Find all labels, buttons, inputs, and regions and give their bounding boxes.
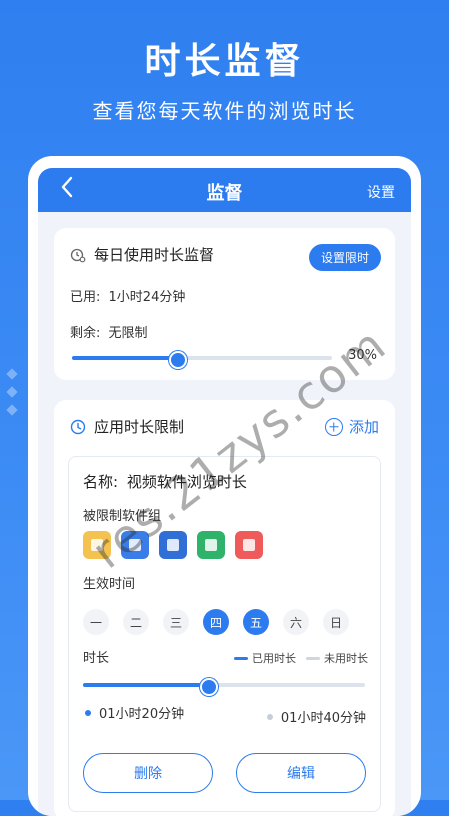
app-limit-card: 应用时长限制 添加 名称: 视频软件浏览时长 被限制软件组 生效时间 一二三四五… — [54, 400, 395, 816]
clock-icon — [70, 419, 86, 434]
used-dot — [85, 709, 91, 716]
daily-progress-slider[interactable] — [72, 351, 332, 369]
add-button[interactable]: 添加 — [324, 416, 379, 437]
add-label: 添加 — [348, 418, 379, 436]
app-limit-header: 应用时长限制 — [70, 416, 184, 437]
weekday-6[interactable]: 六 — [283, 609, 309, 635]
duration-knob[interactable] — [200, 678, 219, 696]
app-limit-title: 应用时长限制 — [94, 418, 185, 436]
duration-fill — [83, 683, 208, 687]
daily-progress-fill — [72, 356, 176, 360]
weekday-4[interactable]: 四 — [203, 609, 229, 635]
unused-time-value: 01小时40分钟 — [280, 711, 366, 726]
used-swatch — [234, 656, 248, 660]
page-title: 监督 — [206, 183, 243, 204]
weekday-selector: 一二三四五六日 — [83, 609, 349, 635]
daily-usage-title: 每日使用时长监督 — [94, 246, 215, 264]
used-time-value: 01小时20分钟 — [99, 707, 185, 722]
effective-time-label: 生效时间 — [83, 577, 136, 592]
unused-dot — [266, 713, 273, 720]
daily-progress-knob[interactable] — [169, 351, 187, 369]
edit-button[interactable]: 编辑 — [236, 753, 366, 793]
legend-unused: 未用时长 — [324, 652, 368, 665]
limit-rule-card[interactable]: 名称: 视频软件浏览时长 被限制软件组 生效时间 一二三四五六日 时长 已用时长… — [68, 456, 381, 812]
set-limit-button[interactable]: 设置限时 — [308, 244, 381, 271]
app-pdf-icon — [159, 531, 187, 559]
rule-name: 名称: 视频软件浏览时长 — [83, 471, 247, 492]
app-kids-icon — [83, 531, 111, 559]
duration-legend: 已用时长 未用时长 — [234, 650, 368, 666]
remain-row: 剩余: 无限制 — [70, 322, 148, 341]
phone-frame: 监督 设置 每日使用时长监督 设置限时 已用: 1小时24分钟 剩余: 无限制 … — [28, 156, 421, 816]
weekday-2[interactable]: 二 — [123, 609, 149, 635]
delete-button[interactable]: 删除 — [83, 753, 213, 793]
legend-used: 已用时长 — [252, 652, 296, 665]
app-share-icon — [235, 531, 263, 559]
restricted-group-label: 被限制软件组 — [83, 509, 162, 524]
used-time: 01小时20分钟 — [85, 703, 184, 722]
restricted-apps — [83, 531, 263, 559]
settings-button[interactable]: 设置 — [367, 182, 395, 202]
app-lock-icon — [197, 531, 225, 559]
used-row: 已用: 1小时24分钟 — [70, 286, 185, 305]
weekday-1[interactable]: 一 — [83, 609, 109, 635]
remain-label: 剩余: — [70, 326, 101, 341]
rule-name-value: 视频软件浏览时长 — [126, 473, 247, 491]
promo-subtitle: 查看您每天软件的浏览时长 — [92, 99, 357, 123]
daily-usage-header: 每日使用时长监督 — [70, 244, 214, 265]
promo-title: 时长监督 — [144, 41, 305, 82]
daily-usage-card: 每日使用时长监督 设置限时 已用: 1小时24分钟 剩余: 无限制 30% — [54, 228, 395, 380]
main-content: 每日使用时长监督 设置限时 已用: 1小时24分钟 剩余: 无限制 30% 应用… — [38, 212, 411, 816]
weekday-3[interactable]: 三 — [163, 609, 189, 635]
rule-name-label: 名称: — [83, 473, 119, 491]
monitor-icon — [70, 248, 86, 262]
used-value: 1小时24分钟 — [108, 290, 186, 305]
daily-percent: 30% — [348, 348, 377, 363]
app-video-icon — [121, 531, 149, 559]
remain-value: 无限制 — [108, 326, 148, 341]
weekday-7[interactable]: 日 — [323, 609, 349, 635]
app-bar: 监督 设置 — [38, 168, 411, 212]
decoration-diamonds — [6, 368, 18, 424]
plus-icon — [324, 417, 343, 436]
unused-swatch — [306, 656, 320, 660]
unused-time: 01小时40分钟 — [266, 707, 366, 726]
used-label: 已用: — [70, 290, 101, 305]
weekday-5[interactable]: 五 — [243, 609, 269, 635]
duration-slider[interactable] — [83, 678, 365, 696]
duration-label: 时长 — [83, 651, 110, 666]
